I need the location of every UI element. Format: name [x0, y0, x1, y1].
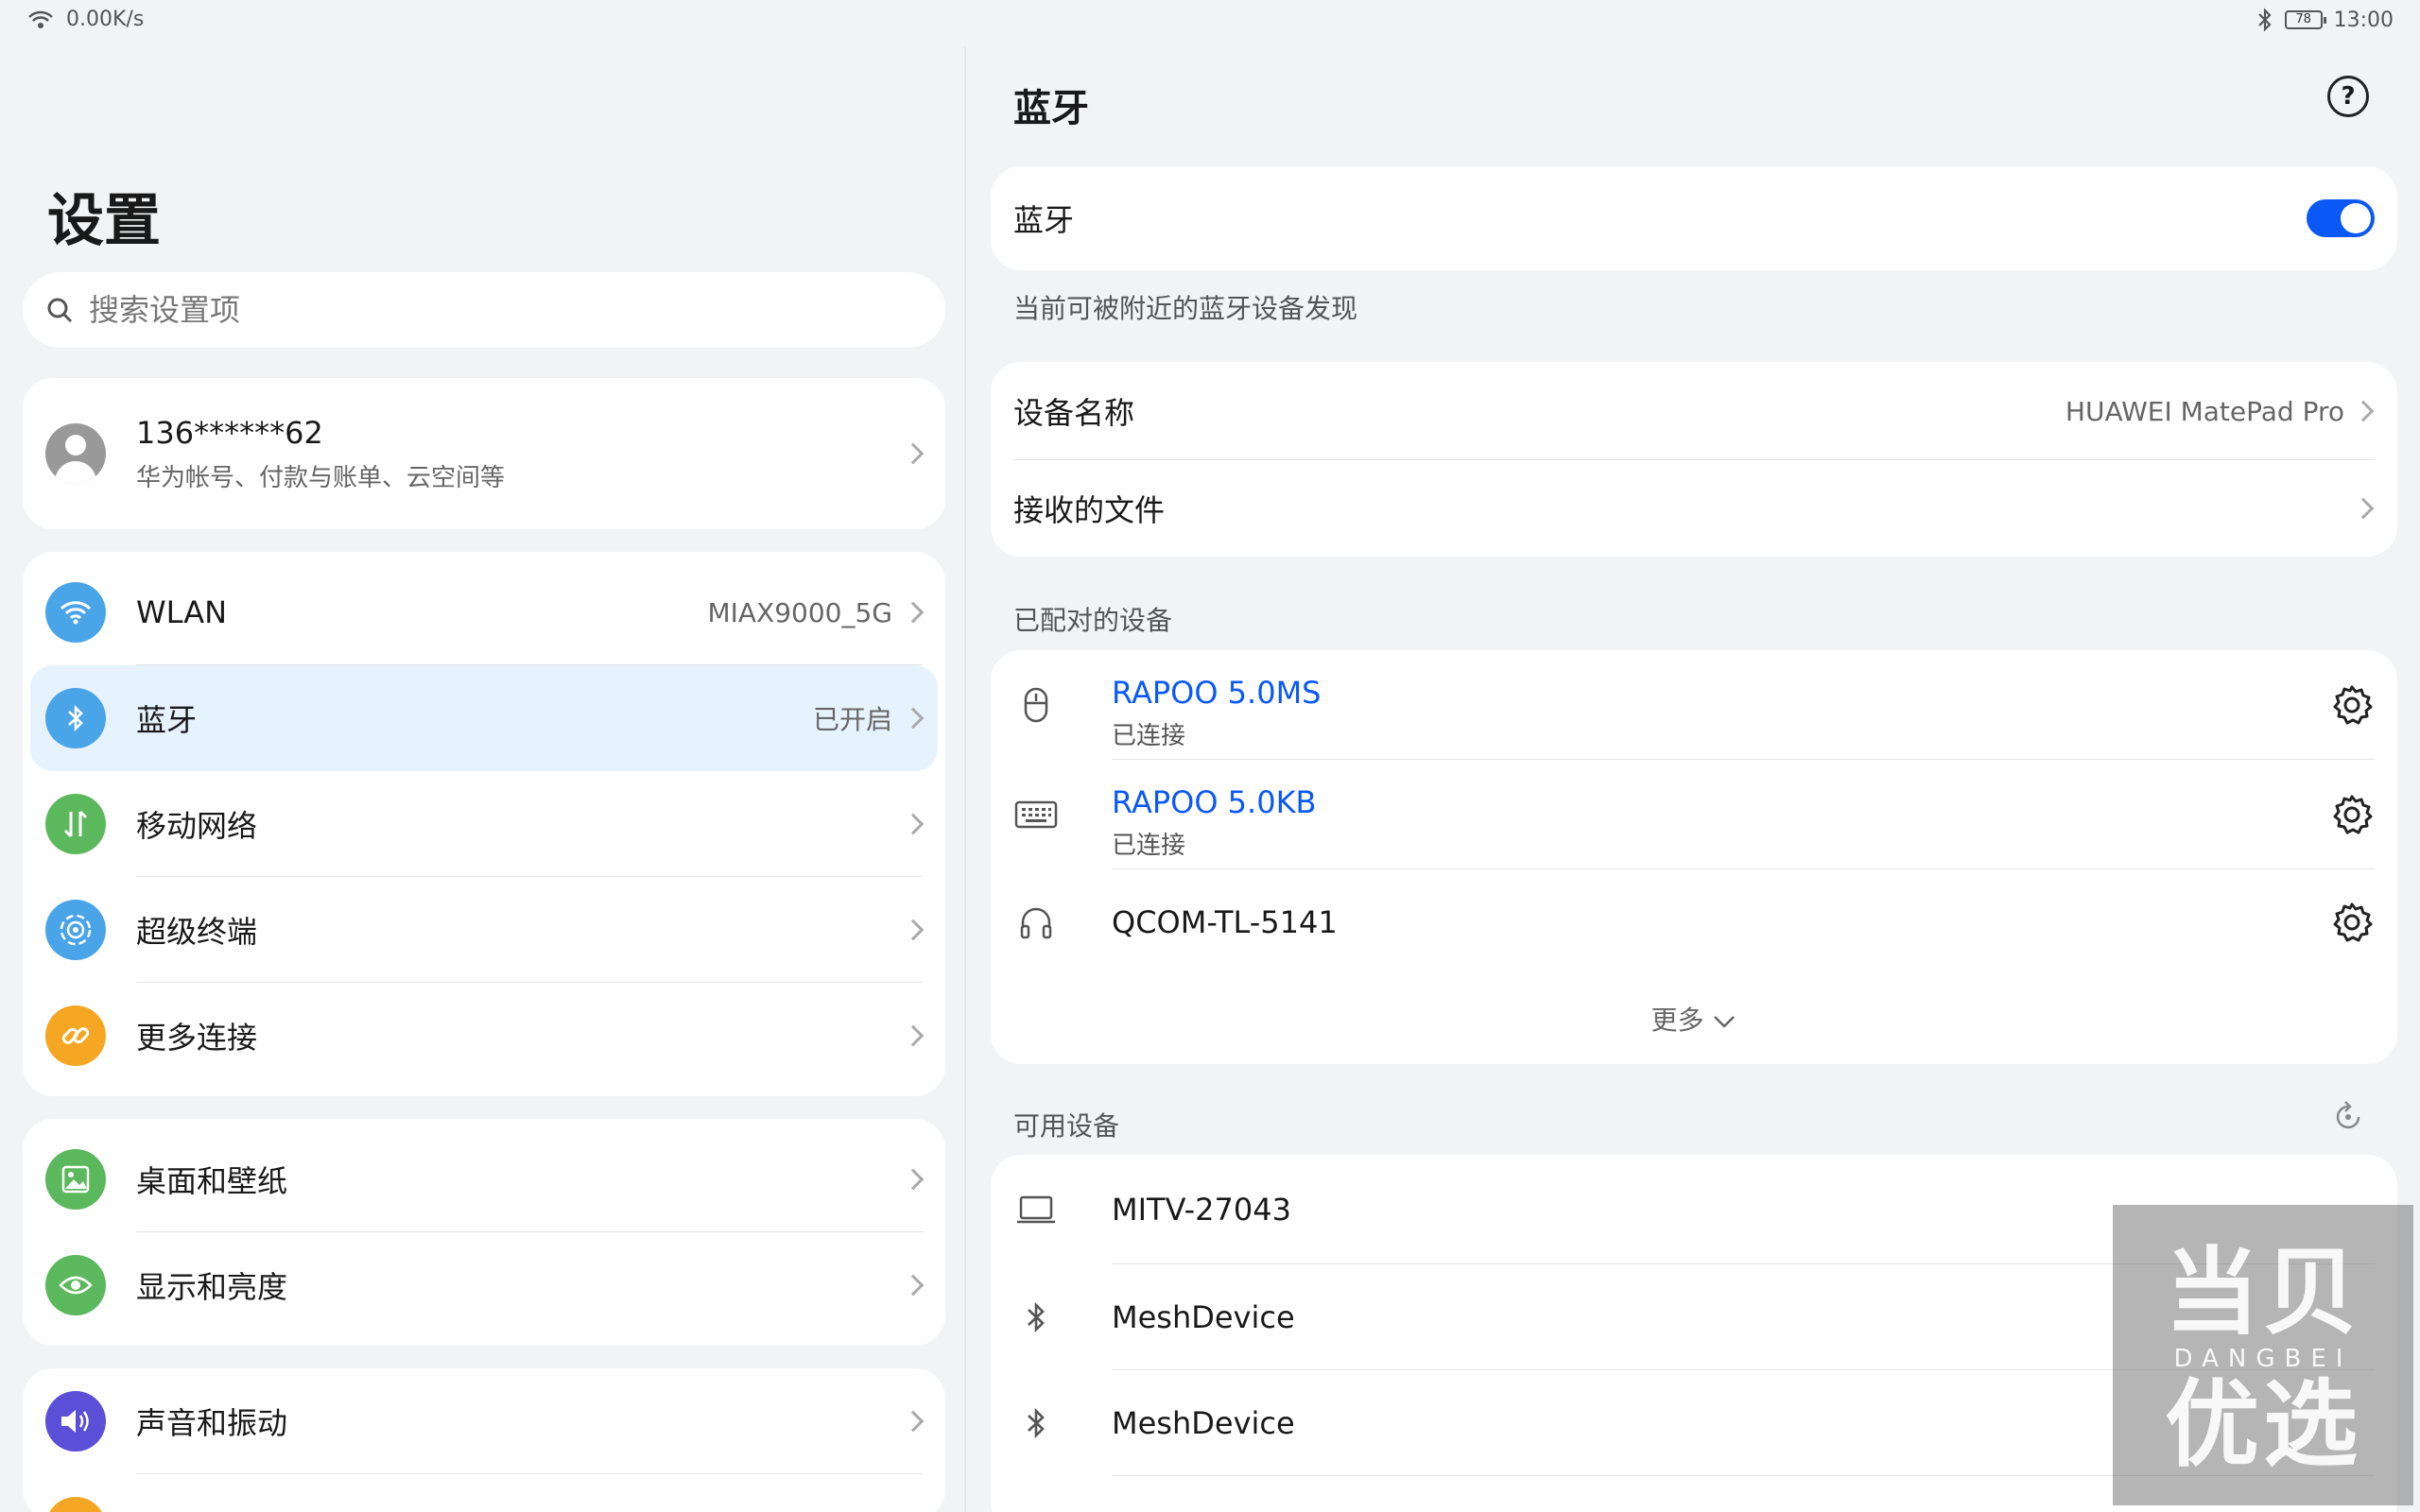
mobile-network-icon — [45, 794, 106, 854]
partial-item-icon — [45, 1497, 106, 1512]
settings-list-pane: 设置 136******62 华为帐号、付款与账单、云空间等 WLAN MIAX… — [0, 47, 966, 1512]
settings-item-label: 更多连接 — [136, 1020, 258, 1056]
network-speed: 0.00K/s — [66, 8, 145, 31]
wifi-icon — [45, 582, 106, 643]
search-bar[interactable] — [23, 272, 945, 348]
mouse-icon — [1013, 682, 1059, 728]
link-icon — [45, 1005, 106, 1066]
paired-device-status: 已连接 — [1112, 832, 1186, 860]
sound-group: 声音和振动 — [23, 1368, 945, 1512]
available-devices-header: 可用设备 — [1013, 1110, 1120, 1142]
gear-icon[interactable] — [2329, 682, 2375, 728]
bluetooth-toggle-card: 蓝牙 — [991, 166, 2397, 270]
settings-item-mobile-network[interactable]: 移动网络 — [23, 771, 945, 877]
connectivity-group: WLAN MIAX9000_5G 蓝牙 已开启 移动网络 超级终端 更多连接 — [23, 552, 945, 1096]
paired-device-row[interactable]: RAPOO 5.0MS 已连接 — [991, 650, 2397, 760]
available-device-name: MeshDevice — [1112, 1299, 1295, 1335]
settings-item-display[interactable]: 显示和亮度 — [23, 1232, 945, 1338]
settings-item-label: 超级终端 — [136, 914, 258, 950]
status-bar: 0.00K/s 78 13:00 — [0, 0, 2420, 47]
help-icon[interactable]: ? — [2327, 76, 2369, 117]
settings-item-super-device[interactable]: 超级终端 — [23, 877, 945, 983]
paired-device-row[interactable]: QCOM-TL-5141 — [991, 869, 2397, 975]
chevron-right-icon — [902, 1024, 925, 1047]
clock: 13:00 — [2333, 8, 2394, 32]
more-button[interactable]: 更多 — [991, 1000, 2397, 1038]
device-name-row[interactable]: 设备名称 HUAWEI MatePad Pro — [991, 362, 2397, 460]
battery-icon: 78 — [2284, 10, 2326, 29]
wallpaper-icon — [45, 1149, 106, 1210]
settings-item-value: MIAX9000_5G — [707, 596, 892, 628]
display-group: 桌面和壁纸 显示和亮度 — [23, 1119, 945, 1346]
settings-item-label: 声音和振动 — [136, 1405, 288, 1441]
paired-device-row[interactable]: RAPOO 5.0KB 已连接 — [991, 760, 2397, 869]
gear-icon[interactable] — [2329, 792, 2375, 837]
search-icon — [47, 298, 73, 323]
received-files-label: 接收的文件 — [1013, 492, 1166, 528]
sound-icon — [45, 1391, 106, 1452]
settings-item-label: WLAN — [136, 594, 228, 630]
bluetooth-toggle-label: 蓝牙 — [1013, 202, 1075, 238]
settings-item-next[interactable] — [23, 1474, 945, 1512]
paired-device-name: RAPOO 5.0KB — [1112, 784, 1317, 820]
discoverable-text: 当前可被附近的蓝牙设备发现 — [1013, 293, 1358, 324]
settings-item-label: 移动网络 — [136, 808, 258, 844]
device-name-label: 设备名称 — [1013, 395, 1135, 431]
chevron-right-icon — [902, 601, 925, 624]
chevron-right-icon — [902, 442, 925, 465]
available-device-name: MITV-27043 — [1112, 1192, 1291, 1228]
wifi-status-icon — [28, 10, 53, 28]
bluetooth-icon — [1013, 1400, 1059, 1446]
refresh-icon[interactable] — [2329, 1098, 2367, 1136]
device-name-value: HUAWEI MatePad Pro — [2065, 395, 2344, 427]
account-card[interactable]: 136******62 华为帐号、付款与账单、云空间等 — [23, 378, 945, 529]
gear-icon[interactable] — [2329, 900, 2375, 945]
paired-device-name: RAPOO 5.0MS — [1112, 675, 1322, 711]
watermark-logo: 当贝 DANGBEI 优选 — [2113, 1205, 2413, 1505]
paired-device-status: 已连接 — [1112, 722, 1186, 750]
settings-item-wlan[interactable]: WLAN MIAX9000_5G — [23, 559, 945, 665]
search-input[interactable] — [89, 292, 845, 328]
chevron-right-icon — [902, 813, 925, 835]
bluetooth-icon — [45, 688, 106, 748]
chevron-right-icon — [902, 919, 925, 941]
avatar — [45, 423, 106, 484]
settings-item-sound[interactable]: 声音和振动 — [23, 1368, 945, 1474]
chevron-right-icon — [902, 1410, 925, 1433]
headphones-icon — [1013, 900, 1059, 945]
chevron-right-icon — [2352, 497, 2375, 520]
received-files-row[interactable]: 接收的文件 — [991, 460, 2397, 557]
keyboard-icon — [1013, 792, 1059, 837]
laptop-icon — [1013, 1187, 1059, 1232]
paired-devices-card: RAPOO 5.0MS 已连接 RAPOO 5.0KB 已连接 QCOM-TL-… — [991, 650, 2397, 1064]
settings-item-more-connections[interactable]: 更多连接 — [23, 983, 945, 1089]
paired-device-name: QCOM-TL-5141 — [1112, 904, 1338, 940]
page-title: 设置 — [47, 188, 161, 254]
bluetooth-status-icon — [2257, 8, 2272, 32]
settings-item-bluetooth[interactable]: 蓝牙 已开启 — [30, 665, 938, 771]
account-name: 136******62 — [136, 414, 323, 451]
bluetooth-icon — [1013, 1295, 1059, 1340]
paired-devices-header: 已配对的设备 — [1013, 605, 1173, 636]
page-title: 蓝牙 — [1013, 87, 1089, 130]
settings-item-label: 桌面和壁纸 — [136, 1163, 288, 1199]
settings-item-wallpaper[interactable]: 桌面和壁纸 — [23, 1126, 945, 1232]
settings-item-label: 显示和亮度 — [136, 1269, 288, 1305]
chevron-right-icon — [902, 1274, 925, 1297]
super-device-icon — [45, 900, 106, 960]
more-label: 更多 — [1651, 1005, 1704, 1036]
available-device-name: MeshDevice — [1112, 1405, 1295, 1441]
chevron-right-icon — [2352, 400, 2375, 422]
chevron-right-icon — [902, 707, 925, 730]
settings-item-value: 已开启 — [812, 704, 892, 735]
bluetooth-toggle-row[interactable]: 蓝牙 — [991, 166, 2397, 270]
device-info-card: 设备名称 HUAWEI MatePad Pro 接收的文件 — [991, 362, 2397, 557]
settings-item-label: 蓝牙 — [136, 702, 198, 738]
bluetooth-toggle-switch[interactable] — [2307, 199, 2375, 237]
chevron-right-icon — [902, 1168, 925, 1191]
account-subtitle: 华为帐号、付款与账单、云空间等 — [136, 463, 506, 492]
chevron-down-icon — [1714, 1016, 1736, 1028]
display-icon — [45, 1255, 106, 1315]
